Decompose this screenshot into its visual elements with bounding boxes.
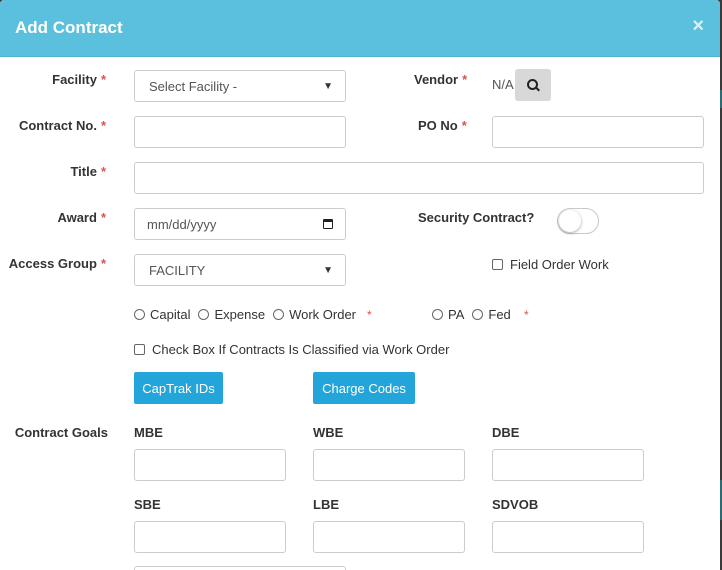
vendor-value: N/A xyxy=(492,77,514,92)
access-group-label-text: Access Group xyxy=(8,256,97,271)
security-contract-label: Security Contract? xyxy=(418,210,535,225)
facility-label: Facility * xyxy=(52,72,106,87)
checkbox-box[interactable] xyxy=(134,344,145,355)
contract-no-label-text: Contract No. xyxy=(18,118,97,133)
required-marker: * xyxy=(367,308,372,322)
vendor-label-text: Vendor xyxy=(414,72,459,87)
radio-circle[interactable] xyxy=(134,309,145,320)
goal-sdvob-input[interactable] xyxy=(492,521,644,553)
checkbox-box[interactable] xyxy=(492,259,503,270)
goal-sdvob-label: SDVOB xyxy=(492,497,539,512)
chevron-down-icon: ▼ xyxy=(323,80,333,92)
required-marker: * xyxy=(462,72,468,87)
field-order-work-checkbox[interactable]: Field Order Work xyxy=(492,257,609,272)
required-marker: * xyxy=(524,308,529,322)
search-icon xyxy=(527,79,540,92)
required-marker: * xyxy=(100,118,106,133)
required-marker: * xyxy=(100,164,106,179)
facility-label-text: Facility xyxy=(52,72,97,87)
radio-fed[interactable]: Fed xyxy=(472,307,511,322)
radio-capital[interactable]: Capital xyxy=(134,307,190,322)
work-order-classified-label: Check Box If Contracts Is Classified via… xyxy=(152,342,450,357)
title-input[interactable] xyxy=(134,162,704,194)
required-marker: * xyxy=(100,210,106,225)
radio-fed-label: Fed xyxy=(488,307,511,322)
award-date-input[interactable]: mm/dd/yyyy xyxy=(134,208,346,240)
radio-expense-label: Expense xyxy=(214,307,266,322)
required-marker: * xyxy=(461,118,467,133)
security-contract-toggle[interactable] xyxy=(557,208,599,234)
radio-work-order-label: Work Order xyxy=(289,307,356,322)
facility-select[interactable]: Select Facility - ▼ xyxy=(134,70,346,102)
required-marker: * xyxy=(100,256,106,271)
goal-mbe-label: MBE xyxy=(134,425,163,440)
modal-header: Add Contract × xyxy=(0,0,720,57)
goal-lbe-label: LBE xyxy=(313,497,339,512)
contract-no-input[interactable] xyxy=(134,116,346,148)
goal-sbe-input[interactable] xyxy=(134,521,286,553)
calendar-icon[interactable] xyxy=(323,219,333,229)
po-no-label-text: PO No xyxy=(418,118,458,133)
goal-sbe-label: SBE xyxy=(134,497,161,512)
radio-circle[interactable] xyxy=(472,309,484,320)
radio-expense[interactable]: Expense xyxy=(198,307,265,322)
facility-select-value: Select Facility - xyxy=(149,78,238,94)
goal-dbe-input[interactable] xyxy=(492,449,644,481)
chevron-down-icon: ▼ xyxy=(323,264,333,276)
goal-wbe-label: WBE xyxy=(313,425,344,440)
next-field-input[interactable] xyxy=(134,566,346,570)
vendor-label: Vendor * xyxy=(414,72,467,87)
required-marker: * xyxy=(100,72,106,87)
field-order-work-label: Field Order Work xyxy=(510,257,609,272)
goal-lbe-input[interactable] xyxy=(313,521,465,553)
radio-circle[interactable] xyxy=(198,309,210,320)
po-no-input[interactable] xyxy=(492,116,704,148)
toggle-knob xyxy=(559,210,581,232)
work-order-classified-checkbox[interactable]: Check Box If Contracts Is Classified via… xyxy=(134,342,449,357)
radio-pa-label: PA xyxy=(448,307,465,322)
modal-title: Add Contract xyxy=(15,18,123,37)
radio-pa[interactable]: PA xyxy=(432,307,464,322)
contract-goals-label: Contract Goals xyxy=(14,425,108,440)
add-contract-modal: Add Contract × Facility * Select Facility… xyxy=(0,0,720,570)
goal-mbe-input[interactable] xyxy=(134,449,286,481)
access-group-select[interactable]: FACILITY ▼ xyxy=(134,254,346,286)
award-label: Award * xyxy=(57,210,106,225)
funding-type-radios: Capital Expense Work Order xyxy=(134,307,364,322)
charge-codes-button[interactable]: Charge Codes xyxy=(313,372,415,404)
title-label-text: Title xyxy=(70,164,97,179)
goal-wbe-input[interactable] xyxy=(313,449,465,481)
access-group-select-value: FACILITY xyxy=(149,262,206,278)
title-label: Title * xyxy=(70,164,106,179)
goal-dbe-label: DBE xyxy=(492,425,520,440)
radio-work-order[interactable]: Work Order xyxy=(273,307,356,322)
radio-capital-label: Capital xyxy=(150,307,191,322)
po-no-label: PO No * xyxy=(418,118,467,133)
funding-source-radios: PA Fed xyxy=(432,307,519,322)
radio-circle[interactable] xyxy=(432,309,443,320)
vendor-search-button[interactable] xyxy=(515,69,551,101)
access-group-label: Access Group * xyxy=(9,256,106,271)
award-label-text: Award xyxy=(57,210,97,225)
contract-no-label: Contract No. * xyxy=(19,118,106,133)
award-date-placeholder: mm/dd/yyyy xyxy=(147,216,217,232)
close-icon[interactable]: × xyxy=(692,14,704,38)
radio-circle[interactable] xyxy=(273,309,285,320)
captrak-ids-button[interactable]: CapTrak IDs xyxy=(134,372,223,404)
